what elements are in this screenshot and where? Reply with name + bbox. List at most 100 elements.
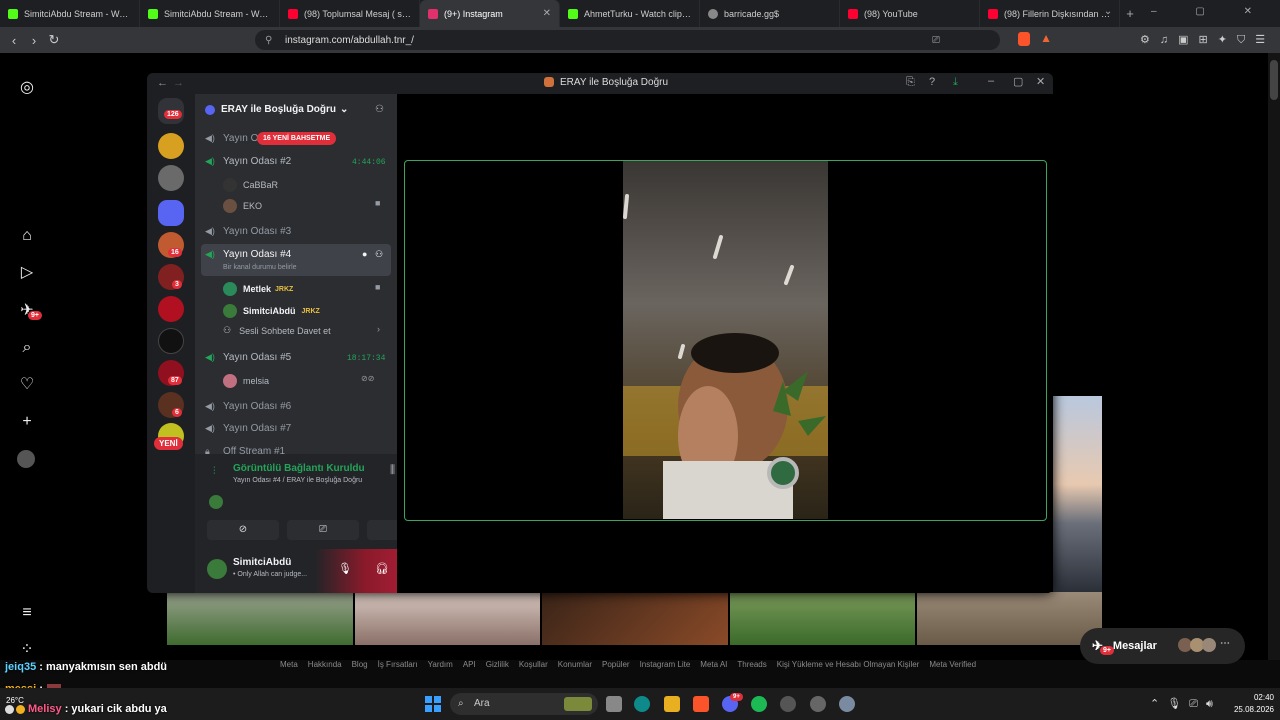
footer-link[interactable]: Kişi Yükleme ve Hesabı Olmayan Kişiler [777,660,920,672]
signal-icon[interactable]: ⫶ [213,466,216,477]
instagram-logo-icon[interactable]: ◎ [17,78,37,98]
server-icon[interactable] [158,165,184,191]
invite-people-icon[interactable]: ⚇ [375,104,384,115]
edge-icon[interactable] [634,696,650,712]
server-icon[interactable] [158,133,184,159]
brave-icon[interactable] [693,696,709,712]
server-icon[interactable] [158,296,184,322]
tab-youtube-1[interactable]: (98) Toplumsal Mesaj ( suyu a [280,0,420,27]
video-tile[interactable] [404,160,1047,521]
download-icon[interactable]: ⤓ [953,76,958,89]
media-player-icon[interactable] [810,696,826,712]
maximize-icon[interactable]: ▢ [1013,75,1023,88]
create-icon[interactable]: + [17,412,37,432]
extension-icons[interactable]: ⚙♫▣⊞✦⛉☰ [1140,33,1275,47]
username[interactable]: SimitciAbdü [233,557,291,568]
headphones-icon[interactable]: 🎧︎ [375,562,389,575]
noise-suppression-icon[interactable]: ⫼ [390,464,395,477]
footer-link[interactable]: Popüler [602,660,630,672]
forward-arrow-icon[interactable]: → [173,77,184,89]
app-icon[interactable] [780,696,796,712]
post-thumbnail[interactable] [730,592,915,645]
spotify-icon[interactable] [751,696,767,712]
inbox-icon[interactable]: ⎘ [906,76,915,89]
search-icon[interactable]: ⌕ [17,338,37,358]
meta-icon[interactable]: ⁘ [17,640,37,660]
messages-button[interactable]: ✈ 9+ Mesajlar ⋯ [1080,628,1245,664]
tab-youtube-3[interactable]: (98) Fillerin Dişkısından elde [980,0,1120,27]
rewards-icon[interactable]: ▲ [1040,31,1052,45]
footer-link[interactable]: Instagram Lite [640,660,691,672]
post-thumbnail[interactable] [1053,396,1102,592]
address-bar[interactable]: ⚲ instagram.com/abdullah.tnr_/ ▲ ⎚ [255,30,1052,50]
voice-user[interactable]: Metlek JRKZ [223,282,293,296]
footer-link[interactable]: API [463,660,476,672]
back-icon[interactable]: ‹ [4,33,24,48]
folder-icon[interactable] [158,200,184,226]
settings-icon[interactable] [839,696,855,712]
post-thumbnail[interactable] [355,592,540,645]
voice-user[interactable]: EKO [223,199,262,213]
channel-yayin-2[interactable]: ◀) Yayın Odası #2 [205,156,291,167]
channel-yayin-3[interactable]: ◀) Yayın Odası #3 [205,226,291,237]
scrollbar-thumb[interactable] [1270,60,1278,100]
server-icon[interactable] [158,328,184,354]
start-icon[interactable] [425,696,441,712]
footer-link[interactable]: Meta AI [700,660,727,672]
task-view-icon[interactable] [606,696,622,712]
cast-icon[interactable]: ⎚ [932,35,940,46]
tab-kick-3[interactable]: AhmetTurku - Watch clips on [560,0,700,27]
camera-feed[interactable] [623,161,828,519]
footer-link[interactable]: Hakkında [308,660,342,672]
back-arrow-icon[interactable]: ← [157,77,168,89]
channel-status[interactable]: Bir kanal durumu belirle [223,264,297,271]
tab-instagram[interactable]: (9+) Instagram ✕ [420,0,560,27]
footer-link[interactable]: Gizlilik [486,660,509,672]
screen-share-button[interactable]: ⎚ [287,520,359,540]
tab-barricade[interactable]: barricade.gg$ [700,0,840,27]
site-info-icon[interactable]: ⚲ [265,35,272,46]
footer-link[interactable]: Threads [737,660,766,672]
reload-icon[interactable]: ↻ [44,32,64,48]
taskbar-search[interactable]: ⌕ Ara [450,693,598,715]
help-icon[interactable]: ? [929,76,935,88]
invite-to-voice[interactable]: ⚇ Sesli Sohbete Davet et [223,325,331,336]
voice-user[interactable]: melsia [223,374,269,388]
voice-user[interactable]: SimitciAbdü JRKZ [223,304,320,318]
footer-link[interactable]: İş Fırsatları [378,660,418,672]
microphone-icon[interactable]: 🎙︎ [338,562,352,575]
profile-avatar[interactable] [17,450,35,468]
custom-status[interactable]: • Only Allah can judge... [233,571,307,578]
menu-icon[interactable]: ≡ [17,603,37,623]
footer-link[interactable]: Meta [280,660,298,672]
channel-yayin-5[interactable]: ◀) Yayın Odası #5 [205,352,291,363]
post-thumbnail[interactable] [167,592,353,645]
minimize-icon[interactable]: – [988,75,994,87]
voice-user[interactable]: CaBBaR [223,178,278,192]
post-thumbnail[interactable] [917,592,1102,645]
window-controls[interactable]: ⌄ – ▢ ✕ [1104,6,1270,17]
close-icon[interactable]: ✕ [1036,75,1045,88]
avatar[interactable] [207,559,227,579]
tab-kick-1[interactable]: SimitciAbdu Stream - Watch l [0,0,140,27]
footer-link[interactable]: Yardım [428,660,453,672]
forward-icon[interactable]: › [24,33,44,48]
clock-date[interactable]: 25.08.2026 [1226,705,1274,714]
footer-link[interactable]: Konumlar [558,660,592,672]
camera-off-button[interactable]: ⊘ [207,520,279,540]
add-user-icon[interactable]: ⚇ [375,249,383,260]
voice-status[interactable]: Görüntülü Bağlantı Kuruldu [233,463,365,474]
server-header[interactable]: ERAY ile Boşluğa Doğru ⌄ [205,104,348,115]
post-thumbnail[interactable] [542,592,728,645]
voice-location[interactable]: Yayın Odası #4 / ERAY ile Boşluğa Doğru [233,477,362,484]
tab-youtube-2[interactable]: (98) YouTube [840,0,980,27]
chat-icon[interactable]: ● [362,249,367,259]
tab-kick-2[interactable]: SimitciAbdu Stream - Watch l [140,0,280,27]
clock-time[interactable]: 02:40 [1240,693,1274,702]
system-tray-icons[interactable]: ⌃🎙︎⎚🔊︎ [1150,697,1221,711]
page-scrollbar[interactable] [1268,53,1280,660]
channel-yayin-6[interactable]: ◀) Yayın Odası #6 [205,401,291,412]
reels-icon[interactable]: ▷ [17,263,37,283]
close-tab-icon[interactable]: ✕ [543,8,551,19]
file-explorer-icon[interactable] [664,696,680,712]
